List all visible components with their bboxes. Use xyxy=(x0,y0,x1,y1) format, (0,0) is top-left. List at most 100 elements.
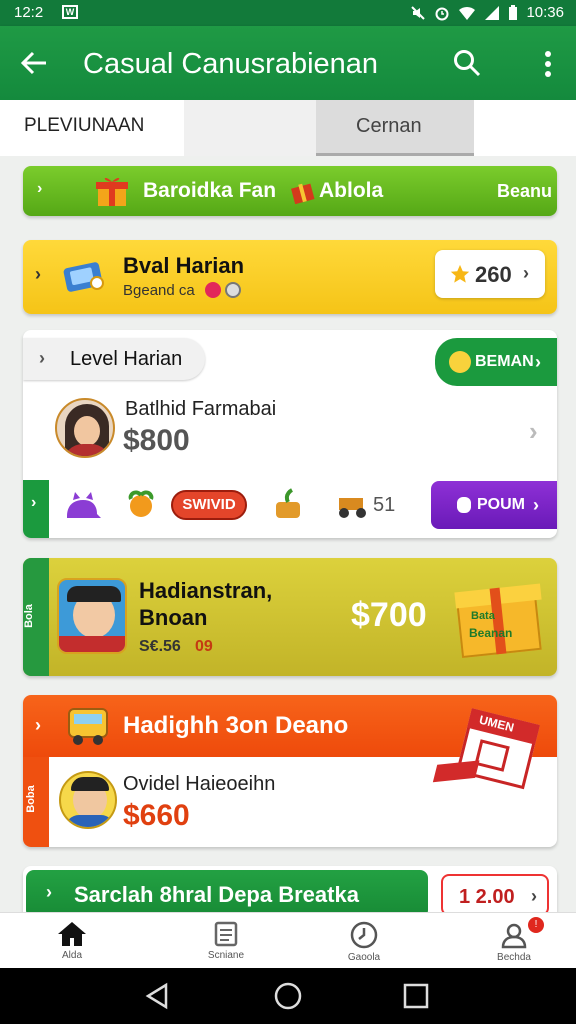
nav-label: Alda xyxy=(61,950,82,961)
avatar xyxy=(59,771,117,829)
badge-icon xyxy=(205,282,221,298)
chevron-right-icon[interactable]: › xyxy=(529,416,538,447)
treat-icon xyxy=(276,488,300,518)
chevron-right-icon: › xyxy=(535,352,541,372)
more-vert-icon[interactable] xyxy=(540,50,556,78)
offer-title: Sarclah 8hral Depa Breatka xyxy=(74,882,359,907)
tab-bar: PLEVIUNAAN Cernan xyxy=(0,100,576,156)
mute-icon xyxy=(411,5,426,20)
reward-title: Hadianstran, xyxy=(139,578,273,603)
promo-text-secondary: Ablola xyxy=(319,179,384,202)
promo-card-title: Hadighh 3on Deano xyxy=(123,712,349,739)
level-card: › Level Harian BEMAN › Batlhid Farmabai … xyxy=(23,330,557,538)
level-action-label: POUM xyxy=(477,496,525,513)
home-icon xyxy=(58,922,86,946)
promo-side-label: Boba xyxy=(24,785,37,813)
offer-header: › Sarclah 8hral Depa Breatka xyxy=(26,870,428,918)
reward-card[interactable]: Bola Hadianstran, Bnoan S€.56 09 $700 Ba… xyxy=(23,558,557,676)
level-user-name: Batlhid Farmabai xyxy=(125,398,277,420)
nav-profile[interactable]: Bechda ! xyxy=(442,913,576,969)
chevron-right-icon: › xyxy=(46,882,52,902)
nav-history[interactable]: Gaoola xyxy=(292,913,436,969)
tab-second[interactable]: Cernan xyxy=(316,100,474,156)
nav-home[interactable]: Alda xyxy=(0,913,144,969)
gift-box-text-secondary: Beanan xyxy=(469,626,513,640)
reward-subtitle: Bnoan xyxy=(139,605,208,630)
offer-price: 1 2.00 xyxy=(459,886,515,908)
ticket-box-icon xyxy=(63,262,104,292)
promo-card-strip: Boba xyxy=(23,757,49,847)
profile-icon xyxy=(501,923,527,949)
level-amount: $800 xyxy=(123,424,190,457)
chevron-right-icon: › xyxy=(531,886,537,906)
recents-square-icon[interactable] xyxy=(403,983,429,1009)
nav-label: Scniane xyxy=(207,950,245,961)
document-icon xyxy=(214,921,238,947)
avatar xyxy=(57,578,127,654)
reward-meta: S€.56 xyxy=(139,638,181,655)
chevron-right-icon: › xyxy=(39,348,45,368)
promo-card-name: Ovidel Haieoeihn xyxy=(123,773,276,795)
promo-banner[interactable]: › Baroidka Fan Ablola Beanu › xyxy=(23,166,557,216)
level-tag-label: Level Harian xyxy=(70,348,183,370)
level-action-button[interactable]: POUM › xyxy=(431,481,557,529)
chevron-right-icon: › xyxy=(37,180,43,197)
chevron-right-icon: › xyxy=(35,715,41,735)
gift-box-icon: Bata Beanan xyxy=(454,582,542,659)
bus-icon xyxy=(68,708,108,745)
bottom-nav: Alda Scniane Gaoola Bechda ! xyxy=(0,912,576,968)
star-icon xyxy=(450,264,470,283)
back-triangle-icon[interactable] xyxy=(144,982,170,1010)
status-clock: 10:36 xyxy=(526,4,564,21)
tab-first[interactable]: PLEVIUNAAN xyxy=(0,100,184,156)
smiley-icon xyxy=(449,351,471,373)
home-circle-icon[interactable] xyxy=(273,981,303,1011)
nav-list[interactable]: Scniane xyxy=(154,913,298,969)
gift-box-text: Bata xyxy=(471,610,495,622)
coin-icon xyxy=(225,282,241,298)
cat-icon xyxy=(67,492,101,518)
offer-price-pill[interactable]: 1 2.00 › xyxy=(441,874,549,916)
avatar xyxy=(55,398,115,458)
system-nav-bar xyxy=(0,968,576,1024)
reward-meta-secondary: 09 xyxy=(195,638,213,655)
gift-icon xyxy=(96,177,128,206)
chevron-right-icon: › xyxy=(35,264,41,284)
vehicle-icon xyxy=(339,498,366,518)
reward-side-label: Bola xyxy=(23,604,35,628)
signal-icon xyxy=(485,5,500,20)
daily-value-pill[interactable]: 260 › xyxy=(435,250,545,298)
nav-label: Bechda xyxy=(497,952,531,963)
promo-text: Baroidka Fan xyxy=(143,179,277,202)
battery-icon xyxy=(509,4,518,20)
back-arrow-icon[interactable] xyxy=(20,49,48,77)
daily-subtitle: Bgeand ca xyxy=(123,282,195,299)
status-time: 12:2 xyxy=(14,4,44,21)
cat-small-icon xyxy=(457,497,471,513)
status-icons: 10:36 xyxy=(410,4,564,21)
reward-amount: $700 xyxy=(351,596,427,634)
clock-icon xyxy=(350,921,378,949)
wifi-icon xyxy=(459,6,476,20)
daily-value: 260 xyxy=(475,262,512,287)
app-bar: Casual Canusrabienan xyxy=(0,26,576,100)
calendar-icon: UMEN xyxy=(432,695,557,806)
daily-title: Bval Harian xyxy=(123,253,245,278)
nav-label: Gaoola xyxy=(347,952,381,963)
status-pill[interactable]: SWIVID xyxy=(171,490,247,520)
status-pill-text: SWIVID xyxy=(182,496,236,513)
promo-card-amount: $660 xyxy=(123,799,190,832)
level-badge-button[interactable]: BEMAN › xyxy=(435,338,557,386)
alarm-icon xyxy=(435,7,449,20)
promo-cta[interactable]: Beanu xyxy=(497,181,552,202)
chevron-right-icon: › xyxy=(523,263,529,283)
status-bar: 12:2 W 10:36 xyxy=(0,0,576,26)
search-icon[interactable] xyxy=(452,48,482,78)
level-side-strip[interactable]: › xyxy=(23,480,49,538)
daily-card[interactable]: › Bval Harian Bgeand ca 260 › xyxy=(23,240,557,314)
promo-card[interactable]: Boba › Hadighh 3on Deano UMEN Ovidel Hai… xyxy=(23,695,557,847)
tab-spacer xyxy=(184,100,316,156)
level-tag[interactable]: › Level Harian xyxy=(23,338,205,380)
notification-badge: ! xyxy=(528,917,544,933)
gift-small-icon xyxy=(291,183,315,204)
